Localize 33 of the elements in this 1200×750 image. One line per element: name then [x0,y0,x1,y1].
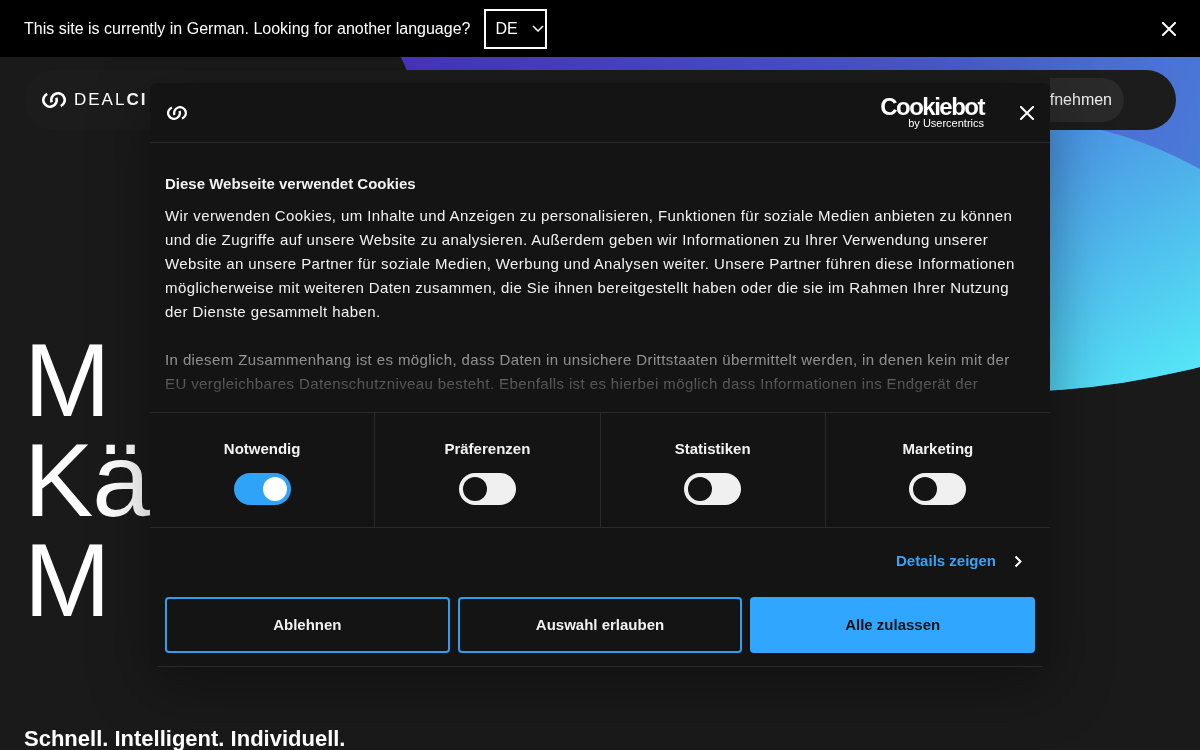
close-button[interactable] [1020,105,1034,120]
brand-byline: by Usercentrics [907,118,984,129]
linked-rings-icon [42,92,66,108]
dialog-title: Diese Webseite verwendet Cookies [165,174,417,194]
details-link[interactable]: Details zeigen [895,551,1022,571]
consent-button[interactable]: Auswahl erlauben [457,597,743,653]
toggle-switch[interactable] [233,473,291,505]
category-label: Notwendig [223,439,301,459]
toggle-switch[interactable] [458,473,516,505]
headline-text: M [24,330,110,430]
consent-button[interactable]: Ablehnen [165,597,450,653]
headline-text: Kä [24,430,150,530]
toggle-switch[interactable] [684,473,742,505]
chevron-down-icon [531,25,544,32]
chevron-right-icon [1014,554,1022,568]
tagline-text: Schnell. Intelligent. Individuell. [24,728,346,750]
linked-rings-icon [167,105,187,120]
banner-message: This site is currently in German. Looking for another language? [24,18,471,39]
close-icon [1162,21,1176,36]
nav-button[interactable]: fnehmen [1049,78,1124,122]
brand-wordmark: Cookiebot [880,96,984,118]
dialog-text: Wir verwenden Cookies, um Inhalte und Anzeigen zu personalisieren, Funktionen für soziale Medien anbieten zu können und die Zugriffe auf unsere Website zu analysieren. Außerdem geben wir Informationen zu Ihrer Verwendung unserer Website an unsere Partner für soziale Medien, Werbung und Analysen weiter. Unsere Partner führen diese Informationen möglicherweise mit weiteren Daten zusammen, die Sie ihnen bereitgestellt haben oder die sie im Rahmen Ihrer Nutzung der Dienste gesammelt haben. [165,206,1016,322]
dialog-text: In diesem Zusammenhang ist es möglich, dass Daten in unsichere Drittstaaten übermittelt werden, in denen kein mit der EU vergleichbares Datenschutzniveau besteht. Ebenfalls ist es hierbei möglich dass Informationen ins Endgerät der [165,350,1011,394]
close-button[interactable] [1162,21,1176,36]
logo-wordmark: DEALCI [74,90,148,110]
category-label: Präferenzen [444,439,531,459]
toggle-switch[interactable] [909,473,967,505]
category-label: Marketing [902,439,974,459]
headline-text: M [24,530,110,630]
category-label: Statistiken [674,439,751,459]
language-select[interactable]: DE [484,8,548,49]
close-icon [1020,105,1034,120]
consent-button[interactable]: Alle zulassen [750,597,1035,653]
